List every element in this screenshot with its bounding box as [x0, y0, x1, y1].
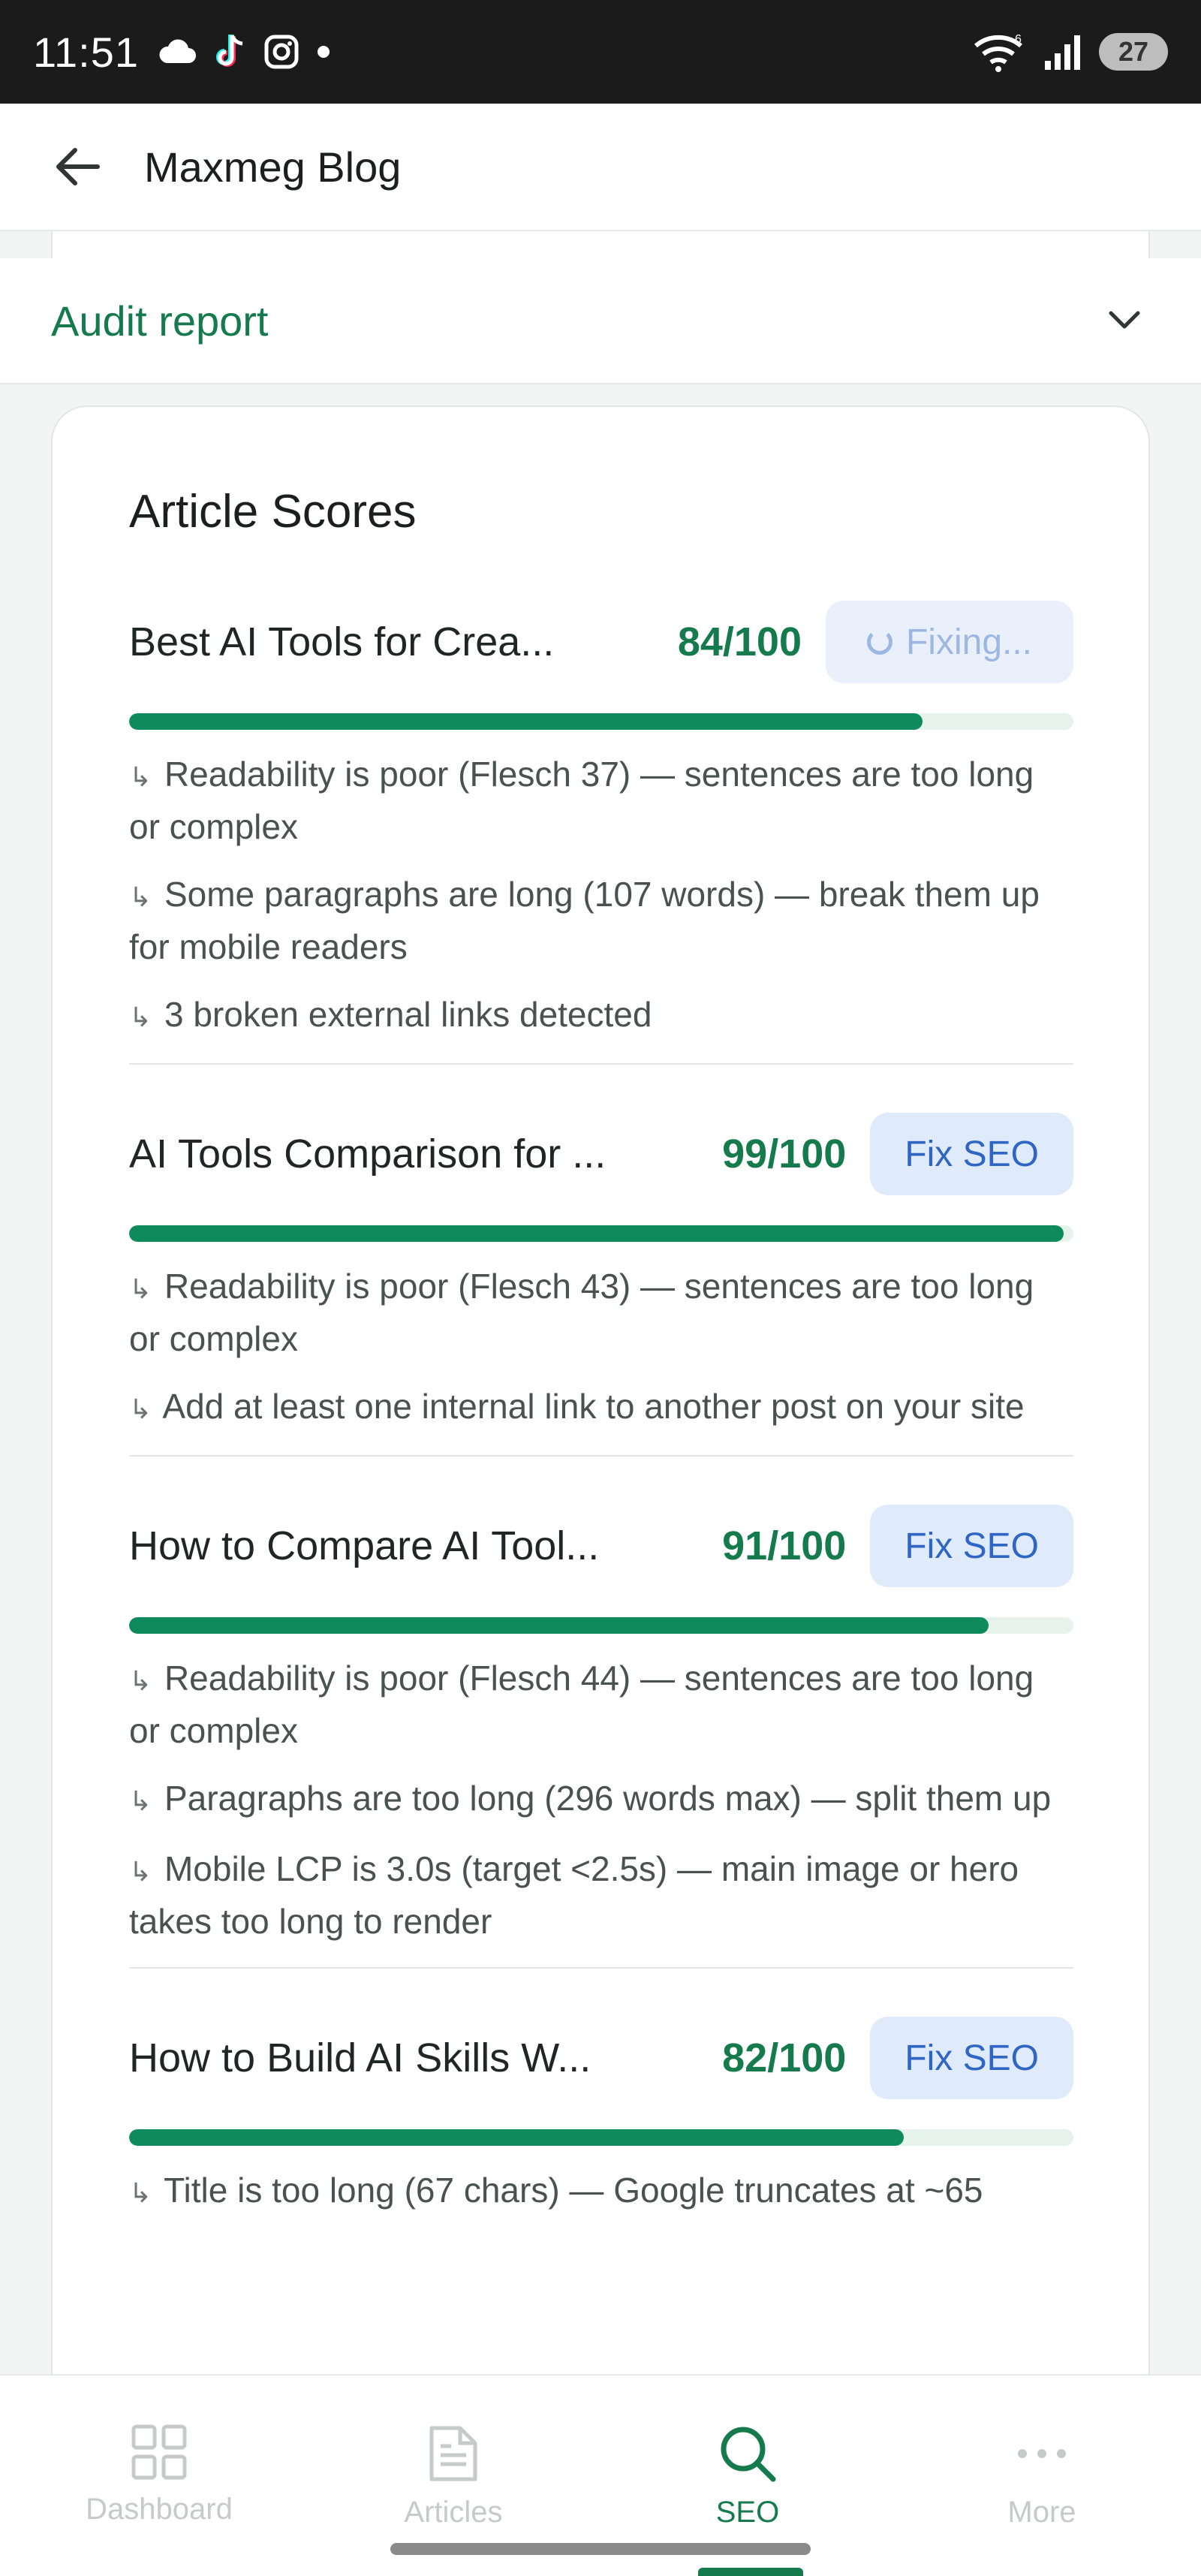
article-score: 99/100 — [722, 1131, 847, 1177]
issue-item: ↳ Readability is poor (Flesch 43) — sent… — [129, 1267, 1034, 1358]
dot-icon — [317, 46, 330, 58]
score-bar-fill — [129, 713, 923, 730]
nav-label: More — [1007, 2496, 1076, 2529]
sub-arrow-icon: ↳ — [129, 2177, 152, 2208]
nav-item-more[interactable]: More — [929, 2424, 1154, 2529]
status-time: 11:51 — [33, 28, 139, 76]
issue-item: ↳ Mobile LCP is 3.0s (target <2.5s) — ma… — [129, 1849, 1019, 1941]
sub-arrow-icon: ↳ — [129, 1856, 152, 1887]
sub-arrow-icon: ↳ — [129, 1665, 152, 1696]
article-title[interactable]: AI Tools Comparison for ... — [129, 1131, 704, 1177]
dashboard-icon — [131, 2424, 187, 2480]
fix-seo-button[interactable]: Fix SEO — [870, 1113, 1073, 1195]
signal-icon — [1045, 35, 1080, 70]
article-header: Best AI Tools for Crea... 84/100 Fixing.… — [129, 601, 1073, 683]
score-bar — [129, 1225, 1073, 1242]
sub-arrow-icon: ↳ — [129, 761, 152, 792]
sub-arrow-icon: ↳ — [129, 881, 152, 912]
fix-seo-button[interactable]: Fix SEO — [870, 1505, 1073, 1587]
article-score: 91/100 — [722, 1523, 847, 1568]
active-tab-indicator — [698, 2568, 803, 2576]
article-scores-card: Article Scores Best AI Tools for Crea...… — [51, 405, 1150, 2433]
fixing-button[interactable]: Fixing... — [826, 601, 1073, 683]
svg-text:6: 6 — [1015, 33, 1022, 46]
audit-report-accordion[interactable]: Audit report — [0, 258, 1201, 384]
issue-item: ↳ Readability is poor (Flesch 37) — sent… — [129, 755, 1034, 846]
article-item: Best AI Tools for Crea... 84/100 Fixing.… — [129, 539, 1073, 1042]
score-bar — [129, 2129, 1073, 2146]
gesture-bar[interactable] — [390, 2543, 811, 2555]
issue-list: ↳ Title is too long (67 chars) — Google … — [129, 2165, 1073, 2218]
nav-item-seo[interactable]: SEO — [635, 2424, 860, 2529]
issue-item: ↳ 3 broken external links detected — [129, 995, 652, 1034]
articles-icon — [429, 2426, 477, 2481]
article-item: AI Tools Comparison for ... 99/100 Fix S… — [129, 1063, 1073, 1434]
issue-item: ↳ Title is too long (67 chars) — Google … — [129, 2171, 983, 2210]
battery-icon: 27 — [1099, 33, 1168, 71]
score-bar-fill — [129, 1225, 1064, 1242]
back-button[interactable] — [54, 143, 102, 191]
fixing-button-label: Fixing... — [905, 622, 1033, 662]
status-notification-icons — [158, 32, 331, 71]
search-icon — [721, 2427, 776, 2482]
sub-arrow-icon: ↳ — [129, 1393, 152, 1424]
chevron-down-icon — [1109, 311, 1140, 329]
article-header: How to Compare AI Tool... 91/100 Fix SEO — [129, 1505, 1073, 1587]
article-header: AI Tools Comparison for ... 99/100 Fix S… — [129, 1113, 1073, 1195]
card-title: Article Scores — [129, 486, 417, 538]
status-bar: 11:51 6 27 — [0, 0, 1201, 104]
cloud-icon — [159, 39, 196, 63]
issue-item: ↳ Readability is poor (Flesch 44) — sent… — [129, 1659, 1034, 1750]
previous-card-edge — [51, 231, 1150, 258]
score-bar — [129, 1617, 1073, 1634]
more-icon — [1018, 2449, 1066, 2458]
page-title: Maxmeg Blog — [144, 143, 402, 191]
article-title[interactable]: How to Build AI Skills W... — [129, 2035, 704, 2081]
arrow-left-icon — [56, 148, 100, 185]
issue-item: ↳ Add at least one internal link to anot… — [129, 1387, 1025, 1426]
sub-arrow-icon: ↳ — [129, 1273, 152, 1304]
issue-list: ↳ Readability is poor (Flesch 44) — sent… — [129, 1653, 1073, 1946]
sub-arrow-icon: ↳ — [129, 1785, 152, 1816]
article-title[interactable]: Best AI Tools for Crea... — [129, 619, 660, 665]
article-item: How to Build AI Skills W... 82/100 Fix S… — [129, 1967, 1073, 2218]
audit-report-title: Audit report — [51, 297, 269, 345]
article-header: How to Build AI Skills W... 82/100 Fix S… — [129, 2017, 1073, 2099]
spinner-icon — [866, 629, 892, 655]
issue-item: ↳ Paragraphs are too long (296 words max… — [129, 1779, 1052, 1818]
article-score: 82/100 — [722, 2035, 847, 2080]
instagram-icon — [264, 35, 299, 69]
nav-item-articles[interactable]: Articles — [341, 2424, 566, 2529]
tiktok-icon — [216, 34, 243, 67]
issue-list: ↳ Readability is poor (Flesch 43) — sent… — [129, 1261, 1073, 1434]
score-bar-fill — [129, 2129, 904, 2146]
nav-label: SEO — [715, 2496, 780, 2529]
issue-item: ↳ Some paragraphs are long (107 words) —… — [129, 875, 1040, 966]
app-header: Maxmeg Blog — [0, 104, 1201, 231]
wifi-icon: 6 — [974, 33, 1022, 72]
nav-label: Dashboard — [86, 2493, 233, 2526]
nav-item-dashboard[interactable]: Dashboard — [47, 2424, 272, 2526]
nav-label: Articles — [404, 2496, 503, 2529]
article-item: How to Compare AI Tool... 91/100 Fix SEO… — [129, 1455, 1073, 1946]
fix-seo-button[interactable]: Fix SEO — [870, 2017, 1073, 2099]
issue-list: ↳ Readability is poor (Flesch 37) — sent… — [129, 749, 1073, 1042]
score-bar — [129, 713, 1073, 730]
article-title[interactable]: How to Compare AI Tool... — [129, 1523, 704, 1569]
sub-arrow-icon: ↳ — [129, 1002, 152, 1032]
score-bar-fill — [129, 1617, 989, 1634]
status-system-icons: 6 27 — [973, 31, 1168, 73]
article-score: 84/100 — [677, 619, 802, 664]
